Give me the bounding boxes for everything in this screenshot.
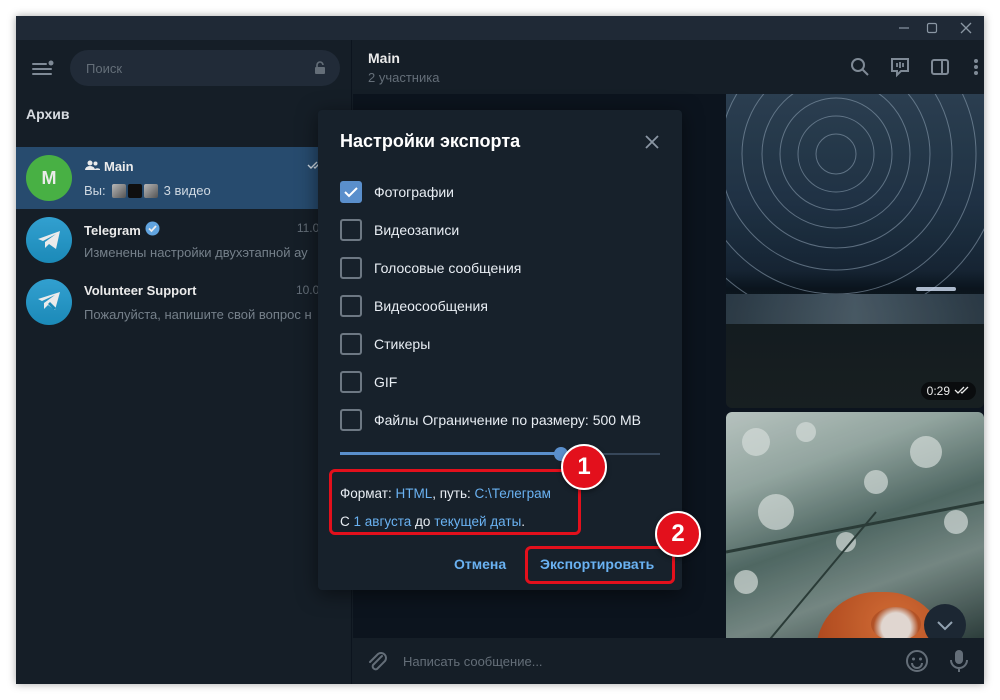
group-icon — [84, 159, 100, 174]
chat-name: Telegram — [84, 222, 141, 238]
chat-members-count: 2 участника — [368, 70, 440, 85]
chat-header[interactable]: Main 2 участника — [353, 40, 984, 94]
town-lights — [916, 287, 956, 291]
microphone-icon[interactable] — [949, 649, 969, 678]
checkbox[interactable] — [340, 409, 362, 431]
maximize-icon[interactable] — [916, 16, 948, 40]
step-badge-1: 1 — [561, 444, 607, 490]
sidebar: Архив M Main 1 Вы: 3 видео — [16, 40, 352, 684]
video-thumb-icon — [111, 183, 126, 198]
cancel-button[interactable]: Отмена — [446, 550, 514, 578]
slider-fill — [340, 452, 561, 455]
support-logo-icon — [26, 279, 72, 325]
checkbox[interactable] — [340, 257, 362, 279]
read-check-icon — [954, 384, 970, 398]
paperclip-icon[interactable] — [365, 649, 389, 678]
red-panda-face — [871, 607, 921, 641]
title-bar — [16, 16, 984, 40]
preview-sender: Вы: — [84, 183, 106, 198]
step-badge-2: 2 — [655, 511, 701, 557]
video-duration: 0:29 — [920, 382, 976, 400]
dialog-title: Настройки экспорта — [340, 131, 521, 151]
video-thumb-icon — [127, 183, 142, 198]
unlock-icon[interactable] — [312, 60, 328, 81]
archive-heading: Архив — [26, 106, 70, 122]
live-stream-icon[interactable] — [888, 55, 912, 79]
lake-reflection — [726, 294, 984, 324]
search-box[interactable] — [70, 50, 340, 86]
chat-name: Main — [104, 159, 134, 174]
menu-icon[interactable] — [30, 58, 56, 80]
file-size-slider[interactable] — [340, 446, 660, 462]
search-icon[interactable] — [848, 55, 872, 79]
highlight-export-button — [525, 546, 675, 584]
checkbox-checked[interactable] — [340, 181, 362, 203]
close-icon[interactable] — [640, 130, 664, 154]
option-video-messages[interactable]: Видеосообщения — [340, 294, 488, 318]
checkbox[interactable] — [340, 371, 362, 393]
star-trails-image — [726, 94, 984, 294]
chat-title: Main — [368, 50, 400, 66]
option-photos[interactable]: Фотографии — [340, 180, 454, 204]
sidebar-toggle-icon[interactable] — [928, 55, 952, 79]
highlight-export-info — [329, 469, 581, 535]
chat-item-volunteer-support[interactable]: Volunteer Support 10.08.2 Пожалуйста, на… — [16, 271, 352, 333]
video-thumb-icon — [143, 183, 158, 198]
telegram-logo-icon — [26, 217, 72, 263]
chat-name: Volunteer Support — [84, 283, 197, 298]
message-input[interactable] — [403, 646, 883, 676]
more-options-icon[interactable] — [964, 55, 984, 79]
checkbox[interactable] — [340, 333, 362, 355]
chat-preview: Пожалуйста, напишите свой вопрос н — [84, 307, 312, 322]
option-stickers[interactable]: Стикеры — [340, 332, 430, 356]
chat-preview: Изменены настройки двухэтапной ау — [84, 245, 308, 260]
option-files[interactable]: Файлы Ограничение по размеру: 500 MB — [340, 408, 641, 432]
close-window-icon[interactable] — [950, 16, 982, 40]
verified-icon — [145, 221, 160, 239]
checkbox[interactable] — [340, 295, 362, 317]
option-voice-messages[interactable]: Голосовые сообщения — [340, 256, 521, 280]
preview-text: 3 видео — [163, 183, 211, 198]
avatar: M — [26, 155, 72, 201]
message-composer — [353, 638, 984, 684]
search-input[interactable] — [86, 50, 296, 86]
emoji-icon[interactable] — [905, 649, 929, 678]
chat-item-telegram[interactable]: Telegram 11.08.2 Изменены настройки двух… — [16, 209, 352, 271]
option-gif[interactable]: GIF — [340, 370, 397, 394]
chevron-down-icon — [937, 621, 953, 631]
checkbox[interactable] — [340, 219, 362, 241]
chat-item-main[interactable]: M Main 1 Вы: 3 видео — [16, 147, 352, 209]
option-videos[interactable]: Видеозаписи — [340, 218, 459, 242]
video-message-night-sky[interactable]: 0:29 — [726, 94, 984, 408]
